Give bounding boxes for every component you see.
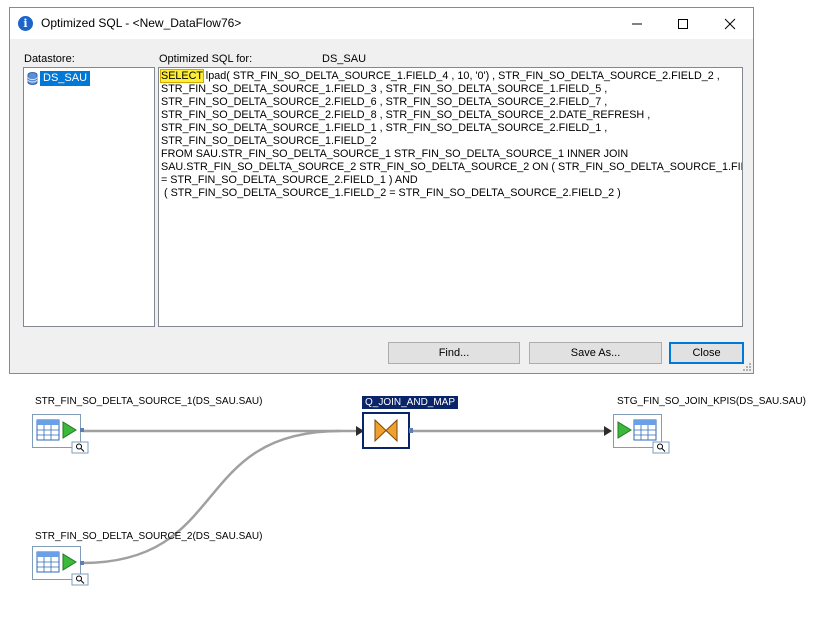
source1-label: STR_FIN_SO_DELTA_SOURCE_1(DS_SAU.SAU) (35, 396, 263, 407)
target-table-icon[interactable] (613, 414, 671, 454)
magnifier-icon (71, 441, 89, 454)
source-table-icon[interactable] (32, 546, 90, 586)
target-label: STG_FIN_SO_JOIN_KPIS(DS_SAU.SAU) (617, 396, 806, 407)
query-label[interactable]: Q_JOIN_AND_MAP (362, 396, 459, 409)
magnifier-icon (71, 573, 89, 586)
arrow-into-target-icon (604, 426, 612, 436)
source2-label: STR_FIN_SO_DELTA_SOURCE_2(DS_SAU.SAU) (35, 531, 263, 542)
magnifier-icon (652, 441, 670, 454)
wire-source2-to-query[interactable] (81, 429, 341, 565)
query-transform-icon[interactable] (362, 412, 414, 450)
source-table-icon[interactable] (32, 414, 90, 454)
dataflow-connections (81, 426, 612, 565)
